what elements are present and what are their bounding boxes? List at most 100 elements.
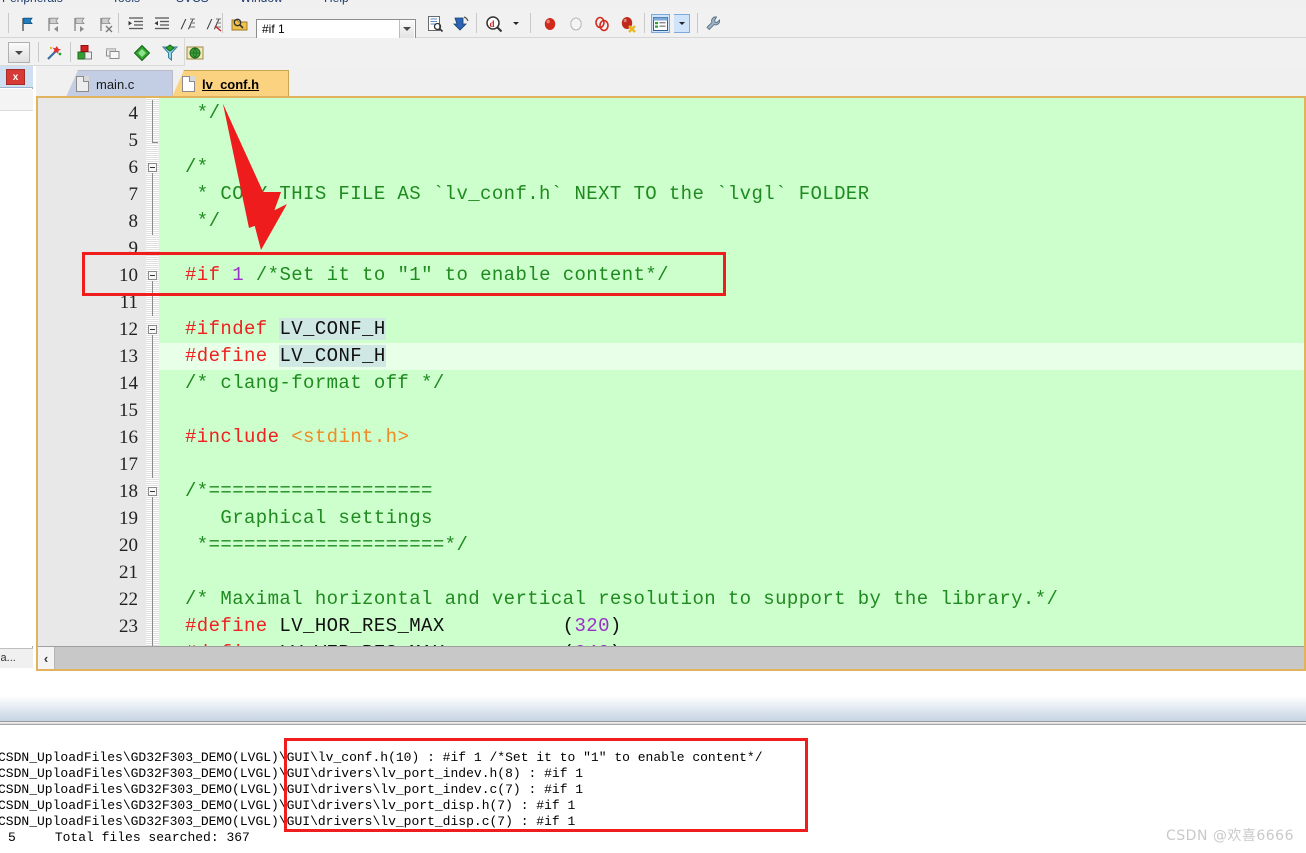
- code-token: 1: [232, 264, 244, 286]
- code-line[interactable]: */: [185, 208, 220, 235]
- code-line[interactable]: #if 1 /*Set it to "1" to enable content*…: [185, 262, 669, 289]
- line-number: 17: [38, 451, 138, 478]
- search-input[interactable]: #if 1: [262, 22, 285, 36]
- search-result-row[interactable]: CSDN_UploadFiles\GD32F303_DEMO(LVGL)\GUI…: [0, 814, 575, 830]
- search-result-row[interactable]: CSDN_UploadFiles\GD32F303_DEMO(LVGL)\GUI…: [0, 782, 583, 798]
- fold-toggle-icon[interactable]: [148, 271, 157, 280]
- components-dropdown-icon[interactable]: [674, 14, 690, 33]
- build-magic-wand-icon[interactable]: [44, 43, 63, 62]
- bookmark-clear-all-icon[interactable]: [96, 14, 115, 33]
- code-text-surface[interactable]: */ /* * COPY THIS FILE AS `lv_conf.h` NEX…: [159, 98, 1304, 646]
- search-result-row[interactable]: CSDN_UploadFiles\GD32F303_DEMO(LVGL)\GUI…: [0, 750, 763, 766]
- svg-text:d: d: [489, 19, 494, 29]
- tab-main-c[interactable]: main.c: [66, 70, 173, 97]
- search-dropdown-arrow[interactable]: [399, 20, 414, 38]
- panel-splitter-bar[interactable]: [0, 696, 1306, 722]
- search-result-prefix: CSDN_UploadFiles\GD32F303_DEMO(LVGL): [0, 814, 279, 829]
- close-icon[interactable]: x: [6, 69, 25, 85]
- code-line[interactable]: /* Maximal horizontal and vertical resol…: [185, 586, 1058, 613]
- multi-project-icon[interactable]: [104, 43, 123, 62]
- uncomment-selection-icon[interactable]: //: [204, 14, 223, 33]
- search-result-path: \GUI\drivers\lv_port_indev.c(7) : #if 1: [279, 782, 583, 797]
- line-number: 20: [38, 532, 138, 559]
- code-token: LV_CONF_H: [279, 345, 385, 367]
- bookmark-next-icon[interactable]: [70, 14, 89, 33]
- packs-green-icon[interactable]: [132, 43, 151, 62]
- fold-guide: [152, 100, 153, 127]
- comment-selection-icon[interactable]: //: [178, 14, 197, 33]
- find-in-files-glass-icon[interactable]: d: [484, 14, 503, 33]
- fold-guide: [152, 451, 153, 478]
- tab-lv-conf-h[interactable]: lv_conf.h: [172, 70, 289, 97]
- menu-item-peripherals[interactable]: Peripherals: [2, 0, 63, 5]
- indent-left-icon[interactable]: [152, 14, 171, 33]
- code-line[interactable]: */: [185, 100, 220, 127]
- search-result-row[interactable]: CSDN_UploadFiles\GD32F303_DEMO(LVGL)\GUI…: [0, 798, 575, 814]
- fold-toggle-icon[interactable]: [148, 325, 157, 334]
- code-token: #if: [185, 264, 220, 286]
- file-icon: [182, 76, 195, 92]
- scroll-left-button[interactable]: ‹: [38, 647, 55, 669]
- target-dropdown-arrow[interactable]: [8, 42, 30, 63]
- indent-right-icon[interactable]: [126, 14, 145, 33]
- code-line[interactable]: #ifndef LV_CONF_H: [185, 316, 386, 343]
- manage-components-icon[interactable]: [651, 14, 670, 33]
- code-line[interactable]: * COPY THIS FILE AS `lv_conf.h` NEXT TO …: [185, 181, 870, 208]
- find-options-dropdown-icon[interactable]: [506, 14, 525, 33]
- configuration-wizard-icon[interactable]: [704, 14, 723, 33]
- manage-project-items-icon[interactable]: [76, 43, 95, 62]
- horizontal-scrollbar[interactable]: ‹: [38, 646, 1304, 669]
- code-editor[interactable]: 456789101112131415161718192021222324 *//…: [36, 96, 1306, 671]
- code-line[interactable]: *====================*/: [185, 532, 468, 559]
- code-line[interactable]: /* clang-format off */: [185, 370, 445, 397]
- fold-guide: [152, 397, 153, 424]
- menu-item-window[interactable]: Window: [240, 0, 283, 5]
- find-next-match-icon[interactable]: [425, 14, 444, 33]
- left-dock-body[interactable]: [0, 111, 33, 646]
- search-result-row[interactable]: CSDN_UploadFiles\GD32F303_DEMO(LVGL)\GUI…: [0, 766, 583, 782]
- kill-all-breakpoints-icon[interactable]: [618, 14, 637, 33]
- code-line[interactable]: #define LV_CONF_H: [185, 343, 386, 370]
- menu-item-svcs[interactable]: SVCS: [176, 0, 209, 5]
- code-line[interactable]: Graphical settings: [185, 505, 433, 532]
- find-in-files-output-panel[interactable]: CSDN_UploadFiles\GD32F303_DEMO(LVGL)\GUI…: [0, 726, 1306, 853]
- code-line[interactable]: /*===================: [185, 478, 433, 505]
- search-result-path: \GUI\drivers\lv_port_indev.h(8) : #if 1: [279, 766, 583, 781]
- code-token: Graphical settings: [185, 507, 433, 529]
- fold-toggle-icon[interactable]: [148, 163, 157, 172]
- menu-item-tools[interactable]: Tools: [112, 0, 140, 5]
- fold-guide: [152, 532, 153, 559]
- code-token: #define: [185, 345, 268, 367]
- code-token: /*: [185, 156, 209, 178]
- insert-breakpoint-icon[interactable]: [540, 14, 559, 33]
- code-token: LV_CONF_H: [279, 318, 385, 340]
- bookmark-toggle-icon[interactable]: [18, 14, 37, 33]
- find-in-files-icon[interactable]: [230, 14, 249, 33]
- packs-globe-icon[interactable]: [185, 43, 204, 62]
- left-dock-footer: ola...: [0, 648, 33, 668]
- fold-guide: [152, 505, 153, 532]
- menu-item-help[interactable]: Help: [324, 0, 349, 5]
- code-folding-strip[interactable]: [146, 98, 159, 646]
- disable-breakpoint-icon[interactable]: [566, 14, 585, 33]
- code-token: * COPY THIS FILE AS `lv_conf.h` NEXT TO …: [185, 183, 870, 205]
- toggle-breakpoint-icon[interactable]: [592, 14, 611, 33]
- code-line[interactable]: /*: [185, 154, 209, 181]
- line-number: 7: [38, 181, 138, 208]
- packs-filter-icon[interactable]: [160, 43, 179, 62]
- code-line[interactable]: #include <stdint.h>: [185, 424, 409, 451]
- search-summary: 5 Total files searched: 367: [8, 830, 250, 846]
- code-token: /*===================: [185, 480, 433, 502]
- incremental-find-icon[interactable]: [451, 14, 470, 33]
- tab-label: main.c: [96, 77, 134, 92]
- search-result-path: \GUI\drivers\lv_port_disp.c(7) : #if 1: [279, 814, 575, 829]
- scrollbar-thumb[interactable]: [55, 648, 1159, 668]
- code-line[interactable]: #define LV_HOR_RES_MAX (320): [185, 613, 622, 640]
- code-token: /* Maximal horizontal and vertical resol…: [185, 588, 1058, 610]
- fold-guide: [152, 173, 153, 181]
- fold-toggle-icon[interactable]: [148, 487, 157, 496]
- bookmark-previous-icon[interactable]: [44, 14, 63, 33]
- code-token: [279, 426, 291, 448]
- left-dock-header: L x: [0, 66, 33, 88]
- line-number: 22: [38, 586, 138, 613]
